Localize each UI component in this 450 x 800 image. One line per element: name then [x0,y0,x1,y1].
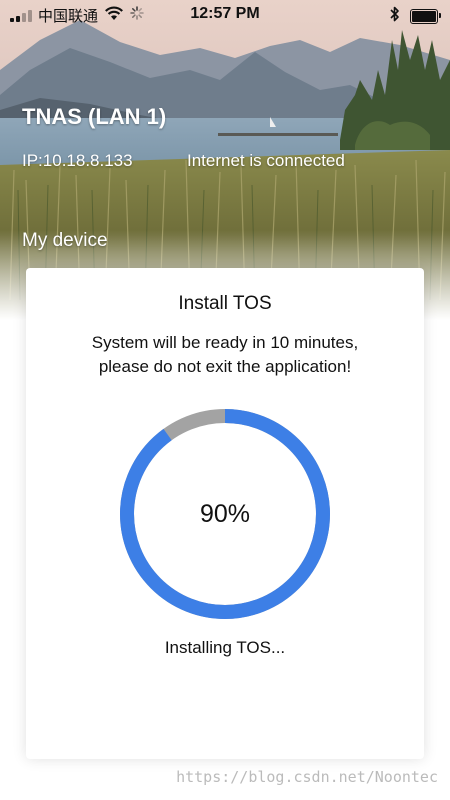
watermark-text: https://blog.csdn.net/Noontec [176,768,438,786]
progress-ring: 90% [119,408,331,620]
install-tos-dialog: Install TOS System will be ready in 10 m… [26,268,424,759]
dialog-message: System will be ready in 10 minutes, plea… [46,331,404,379]
status-bar: 中国联通 12:57 PM [0,0,450,30]
dialog-title: Install TOS [178,293,272,314]
battery-icon [410,9,441,24]
dialog-message-line-2: please do not exit the application! [98,357,352,376]
status-time: 12:57 PM [190,5,260,22]
status-right [390,6,441,27]
install-status-text: Installing TOS... [164,638,286,657]
dialog-message-line-1: System will be ready in 10 minutes, [91,333,359,352]
battery-level-fill [412,11,436,22]
progress-percentage: 90% [199,499,251,528]
device-ip-address: IP:10.18.8.133 [22,151,133,170]
network-status: Internet is connected [187,151,345,170]
device-name: TNAS (LAN 1) [22,104,167,129]
my-device-label: My device [22,230,108,251]
bluetooth-icon [390,6,400,27]
